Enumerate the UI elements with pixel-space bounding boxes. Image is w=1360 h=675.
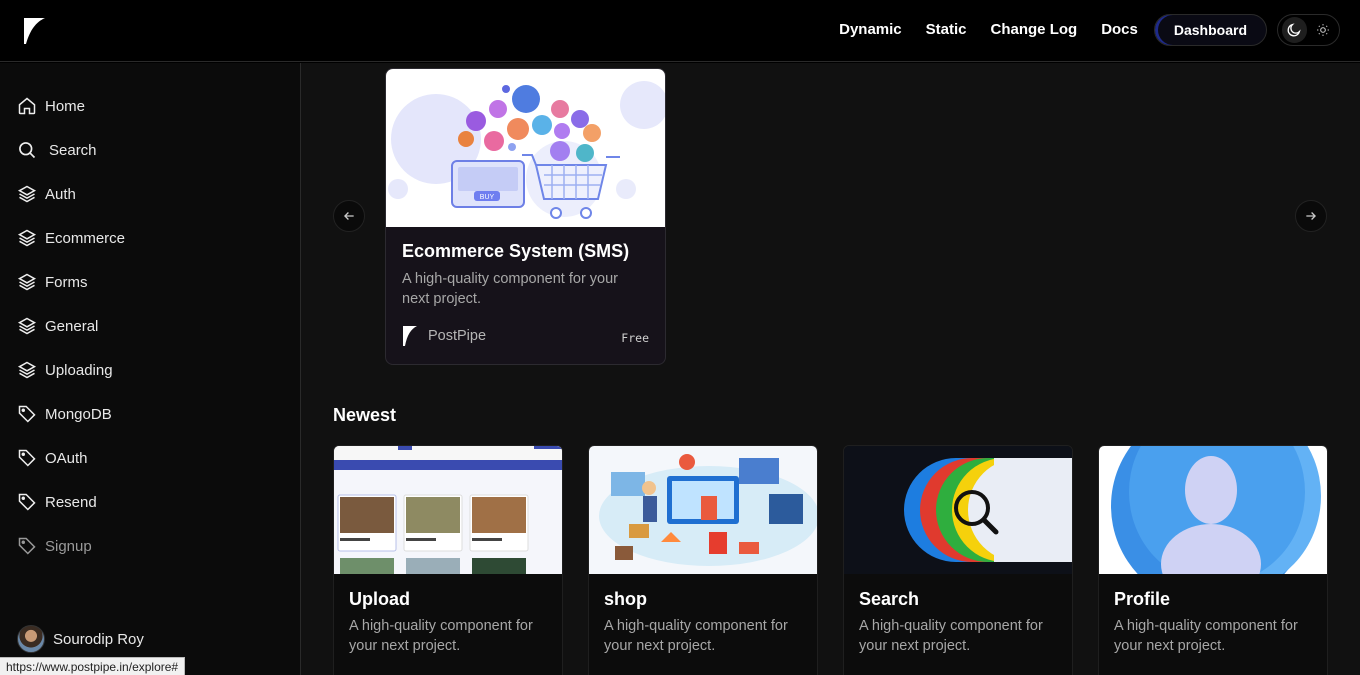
component-card-upload[interactable]: Upload A high-quality component for your… [333, 445, 563, 675]
sidebar-item-label: General [45, 317, 99, 335]
sun-icon[interactable] [1311, 17, 1336, 43]
arrow-right-icon [1306, 212, 1316, 220]
main-content: BUY Ecommerce System (SMS) A high-qualit… [301, 63, 1360, 675]
user-name: Sourodip Roy [53, 630, 144, 648]
sidebar-item-label: Resend [45, 493, 97, 511]
svg-text:BUY: BUY [480, 194, 495, 201]
nav-dynamic[interactable]: Dynamic [839, 14, 902, 46]
top-header: Dynamic Static Change Log Docs Dashboard [0, 0, 1360, 62]
sidebar-item-forms[interactable]: Forms [17, 270, 88, 294]
layers-icon [17, 185, 37, 203]
carousel-next-button[interactable] [1295, 200, 1327, 232]
shop-thumbnail [589, 446, 817, 574]
layers-icon [17, 317, 37, 335]
layers-icon [17, 361, 37, 379]
tag-icon [18, 537, 36, 555]
arrow-left-icon [344, 212, 354, 220]
sidebar-item-label: Ecommerce [45, 229, 126, 247]
sidebar: Home Search Auth Ecommerce Forms General… [0, 63, 301, 675]
sidebar-item-oauth[interactable]: OAuth [17, 446, 88, 470]
nav-change-log[interactable]: Change Log [991, 14, 1078, 46]
card-description: A high-quality component for your next p… [859, 618, 1043, 654]
sidebar-item-home[interactable]: Home [17, 94, 85, 118]
user-profile[interactable]: Sourodip Roy [17, 625, 144, 653]
home-icon [18, 97, 36, 115]
sidebar-item-label: OAuth [45, 449, 88, 467]
sidebar-item-label: Uploading [45, 361, 113, 379]
sidebar-item-label: Search [49, 141, 97, 159]
layers-icon [17, 273, 37, 291]
component-card-profile[interactable]: Profile A high-quality component for you… [1098, 445, 1328, 675]
avatar[interactable] [17, 625, 45, 653]
component-card-shop[interactable]: shop A high-quality component for your n… [588, 445, 818, 675]
layers-icon [17, 229, 37, 247]
featured-brand: PostPipe [428, 328, 487, 344]
card-description: A high-quality component for your next p… [1114, 618, 1298, 654]
card-description: A high-quality component for your next p… [604, 618, 788, 654]
top-nav: Dynamic Static Change Log Docs Dashboard [839, 14, 1340, 46]
section-title-newest: Newest [333, 405, 397, 425]
sidebar-item-mongodb[interactable]: MongoDB [17, 402, 112, 426]
card-title: Upload [349, 589, 410, 609]
sidebar-item-uploading[interactable]: Uploading [17, 358, 113, 382]
tag-icon [18, 449, 36, 467]
sidebar-item-label: Signup [45, 537, 92, 555]
tag-icon [18, 493, 36, 511]
sidebar-item-label: Forms [45, 273, 88, 291]
featured-description: A high-quality component for your next p… [402, 271, 619, 307]
carousel-prev-button[interactable] [333, 200, 365, 232]
featured-title: Ecommerce System (SMS) [402, 241, 630, 261]
theme-toggle[interactable] [1277, 14, 1340, 46]
card-title: Search [859, 589, 920, 609]
card-title: shop [604, 589, 647, 609]
component-card-search[interactable]: Search A high-quality component for your… [843, 445, 1073, 675]
postpipe-logo-icon[interactable] [22, 16, 46, 46]
sidebar-item-label: Home [45, 97, 86, 115]
search-icon [19, 142, 36, 159]
upload-thumbnail [334, 446, 562, 574]
sidebar-item-label: MongoDB [45, 405, 112, 423]
postpipe-logo-icon [403, 326, 417, 346]
tag-icon [18, 405, 36, 423]
moon-icon[interactable] [1282, 17, 1307, 43]
nav-docs[interactable]: Docs [1101, 14, 1138, 46]
ecommerce-illustration: BUY [386, 69, 665, 227]
price-badge: Free [621, 331, 649, 345]
sidebar-item-resend[interactable]: Resend [17, 490, 97, 514]
card-title: Profile [1114, 589, 1171, 609]
search-thumbnail [844, 446, 1072, 574]
nav-static[interactable]: Static [926, 14, 967, 46]
featured-card[interactable]: BUY Ecommerce System (SMS) A high-qualit… [385, 68, 666, 365]
dashboard-button[interactable]: Dashboard [1153, 14, 1267, 46]
featured-footer: PostPipe [402, 325, 486, 347]
sidebar-item-label: Auth [45, 185, 76, 203]
sidebar-item-ecommerce[interactable]: Ecommerce [17, 226, 125, 250]
sidebar-item-general[interactable]: General [17, 314, 98, 338]
sidebar-item-auth[interactable]: Auth [17, 182, 76, 206]
profile-thumbnail [1099, 446, 1327, 574]
card-description: A high-quality component for your next p… [349, 618, 533, 654]
sidebar-item-signup[interactable]: Signup [17, 534, 92, 558]
browser-status-url: https://www.postpipe.in/explore# [0, 657, 186, 675]
sidebar-item-search[interactable]: Search [17, 138, 97, 162]
